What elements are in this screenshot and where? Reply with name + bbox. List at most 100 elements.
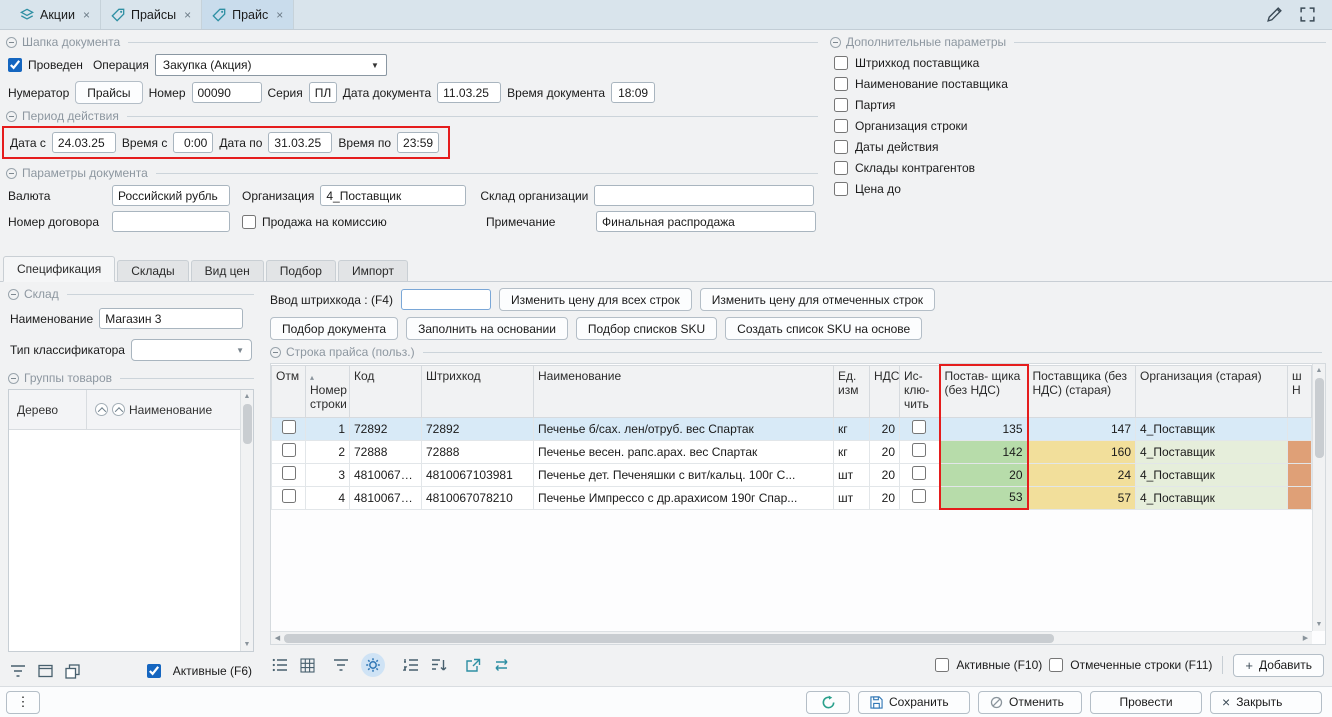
- table-vertical-scrollbar[interactable]: ▲ ▼: [1312, 364, 1325, 631]
- tree-vertical-scrollbar[interactable]: ▲ ▼: [240, 390, 253, 651]
- row-mark-checkbox[interactable]: [282, 489, 296, 503]
- col-unit[interactable]: Ед. изм: [834, 365, 870, 417]
- scroll-up-icon[interactable]: ▲: [241, 390, 253, 403]
- window-icon[interactable]: [38, 664, 53, 678]
- copy-icon[interactable]: [65, 664, 80, 679]
- refresh-button[interactable]: [806, 691, 850, 714]
- tab-import[interactable]: Импорт: [338, 260, 408, 281]
- save-button[interactable]: Сохранить: [858, 691, 970, 714]
- tree-column-header[interactable]: Дерево: [9, 390, 87, 429]
- filter-icon[interactable]: [333, 658, 349, 672]
- tab-specification[interactable]: Спецификация: [3, 256, 115, 282]
- cancel-button[interactable]: Отменить: [978, 691, 1082, 714]
- active-f6-checkbox[interactable]: [147, 664, 161, 678]
- scroll-down-icon[interactable]: ▼: [241, 638, 253, 651]
- contract-input[interactable]: [112, 211, 230, 232]
- commission-checkbox[interactable]: [242, 215, 256, 229]
- grid-icon[interactable]: [300, 658, 315, 673]
- tab-warehouses[interactable]: Склады: [117, 260, 188, 281]
- post-button[interactable]: Провести: [1090, 691, 1202, 714]
- col-code[interactable]: Код: [350, 365, 422, 417]
- col-name[interactable]: Наименование: [534, 365, 834, 417]
- close-tab-icon[interactable]: ×: [276, 8, 283, 22]
- row-exclude-checkbox[interactable]: [912, 420, 926, 434]
- table-row[interactable]: 3 48100671... 4810067103981 Печенье дет.…: [272, 463, 1312, 486]
- col-barcode[interactable]: Штрихкод: [422, 365, 534, 417]
- col-vat[interactable]: НДС: [870, 365, 900, 417]
- cell-supplier-price[interactable]: 135: [940, 417, 1028, 440]
- collapse-icon[interactable]: [8, 289, 19, 300]
- change-price-all-button[interactable]: Изменить цену для всех строк: [499, 288, 692, 311]
- table-row[interactable]: 2 72888 72888 Печенье весен. рапс.арах. …: [272, 440, 1312, 463]
- col-mark[interactable]: Отм: [272, 365, 306, 417]
- scrollbar-thumb[interactable]: [1315, 378, 1324, 458]
- table-row[interactable]: 1 72892 72892 Печенье б/сах. лен/отруб. …: [272, 417, 1312, 440]
- opt-row-organization-checkbox[interactable]: [834, 119, 848, 133]
- date-from-input[interactable]: [52, 132, 116, 153]
- row-exclude-checkbox[interactable]: [912, 466, 926, 480]
- scroll-up-icon[interactable]: ▲: [1313, 364, 1325, 377]
- collapse-icon[interactable]: [6, 111, 17, 122]
- pick-document-button[interactable]: Подбор документа: [270, 317, 398, 340]
- classifier-type-select[interactable]: ▼: [131, 339, 252, 361]
- tab-selection[interactable]: Подбор: [266, 260, 336, 281]
- window-tab-akcii[interactable]: Акции ×: [10, 0, 101, 29]
- swap-icon[interactable]: [493, 658, 510, 672]
- window-tab-prais[interactable]: Прайс ×: [202, 0, 294, 29]
- sort-asc-icon[interactable]: [95, 403, 108, 416]
- name-column-header[interactable]: Наименование: [129, 403, 212, 417]
- close-button[interactable]: × Закрыть: [1210, 691, 1322, 714]
- scrollbar-thumb[interactable]: [284, 634, 1054, 643]
- note-input[interactable]: [596, 211, 816, 232]
- cell-supplier-price[interactable]: 53: [940, 486, 1028, 509]
- col-row-number[interactable]: ▴ Номер строки: [306, 365, 350, 417]
- doc-date-input[interactable]: [437, 82, 501, 103]
- add-row-button[interactable]: + Добавить: [1233, 654, 1324, 677]
- fullscreen-icon[interactable]: [1299, 6, 1316, 23]
- tree-body-empty[interactable]: [9, 430, 253, 651]
- sort-asc-icon[interactable]: [112, 403, 125, 416]
- time-from-input[interactable]: [173, 132, 213, 153]
- col-exclude[interactable]: Ис- клю- чить: [900, 365, 940, 417]
- close-tab-icon[interactable]: ×: [83, 8, 90, 22]
- settings-gear-icon[interactable]: [361, 653, 385, 677]
- cell-supplier-price[interactable]: 142: [940, 440, 1028, 463]
- number-input[interactable]: [192, 82, 262, 103]
- active-f10-checkbox[interactable]: [935, 658, 949, 672]
- collapse-icon[interactable]: [270, 347, 281, 358]
- col-supplier-price[interactable]: Постав- щика (без НДС): [940, 365, 1028, 417]
- row-mark-checkbox[interactable]: [282, 420, 296, 434]
- currency-input[interactable]: [112, 185, 230, 206]
- opt-counterparty-warehouses-checkbox[interactable]: [834, 161, 848, 175]
- org-warehouse-input[interactable]: [594, 185, 814, 206]
- barcode-input[interactable]: [401, 289, 491, 310]
- collapse-icon[interactable]: [6, 168, 17, 179]
- scrollbar-thumb[interactable]: [243, 404, 252, 444]
- edit-icon[interactable]: [1266, 6, 1283, 23]
- collapse-icon[interactable]: [8, 373, 19, 384]
- opt-action-dates-checkbox[interactable]: [834, 140, 848, 154]
- opt-price-to-checkbox[interactable]: [834, 182, 848, 196]
- col-supplier-price-old[interactable]: Поставщика (без НДС) (старая): [1028, 365, 1136, 417]
- opt-supplier-barcode-checkbox[interactable]: [834, 56, 848, 70]
- table-row[interactable]: 4 48100670... 4810067078210 Печенье Импр…: [272, 486, 1312, 509]
- kebab-menu-button[interactable]: ⋮: [6, 691, 40, 714]
- time-to-input[interactable]: [397, 132, 439, 153]
- opt-batch-checkbox[interactable]: [834, 98, 848, 112]
- row-exclude-checkbox[interactable]: [912, 489, 926, 503]
- row-exclude-checkbox[interactable]: [912, 443, 926, 457]
- collapse-icon[interactable]: [830, 37, 841, 48]
- doc-time-input[interactable]: [611, 82, 655, 103]
- scroll-down-icon[interactable]: ▼: [1313, 618, 1325, 631]
- list-icon[interactable]: [272, 658, 288, 672]
- change-price-marked-button[interactable]: Изменить цену для отмеченных строк: [700, 288, 935, 311]
- numerator-button[interactable]: Прайсы: [75, 81, 142, 104]
- scroll-left-icon[interactable]: ◀: [271, 634, 284, 642]
- series-input[interactable]: [309, 82, 337, 103]
- window-tab-praisy[interactable]: Прайсы ×: [101, 0, 202, 29]
- marked-rows-f11-checkbox[interactable]: [1049, 658, 1063, 672]
- proveden-checkbox[interactable]: [8, 58, 22, 72]
- operation-select[interactable]: Закупка (Акция) ▼: [155, 54, 387, 76]
- collapse-icon[interactable]: [6, 37, 17, 48]
- pick-sku-lists-button[interactable]: Подбор списков SKU: [576, 317, 717, 340]
